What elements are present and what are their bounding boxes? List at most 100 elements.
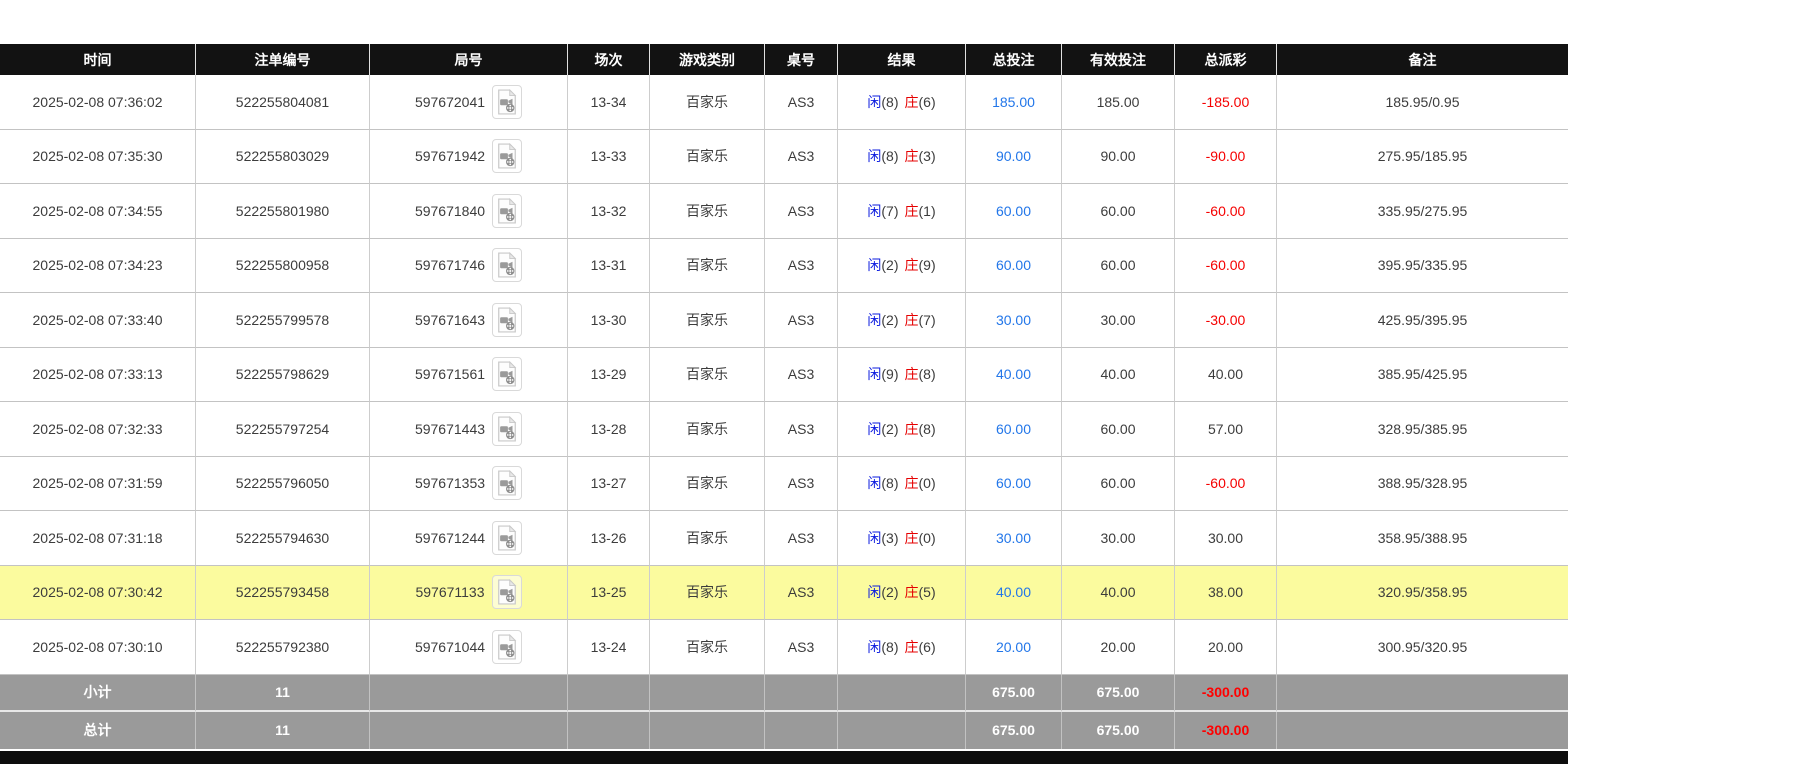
banker-label: 庄 [904, 529, 919, 546]
video-replay-button[interactable] [492, 520, 523, 555]
cell-total-bet[interactable]: 60.00 [966, 184, 1062, 239]
cell-game-type: 百家乐 [650, 293, 765, 348]
cell-valid-bet: 40.00 [1062, 565, 1175, 620]
cell-payout: 40.00 [1175, 347, 1277, 402]
total-row: 总计 11 675.00 675.00 -300.00 [0, 711, 1568, 749]
header-result: 结果 [838, 44, 966, 75]
video-replay-icon [496, 579, 518, 605]
cell-valid-bet: 30.00 [1062, 511, 1175, 566]
banker-score: (5) [918, 584, 936, 601]
cell-time: 2025-02-08 07:30:10 [0, 620, 196, 675]
player-label: 闲 [867, 257, 882, 274]
total-empty-game [650, 711, 765, 749]
cell-total-bet[interactable]: 60.00 [966, 238, 1062, 293]
cell-result: 闲 (2) 庄 (7) [838, 293, 966, 348]
cell-table-no: AS3 [765, 347, 838, 402]
cell-valid-bet: 40.00 [1062, 347, 1175, 402]
total-empty-session [568, 711, 650, 749]
cell-remark: 358.95/388.95 [1277, 511, 1568, 566]
cell-bet-id: 522255798629 [196, 347, 370, 402]
cell-session: 13-30 [568, 293, 650, 348]
banker-label: 庄 [904, 475, 919, 492]
cell-result: 闲 (2) 庄 (8) [838, 402, 966, 457]
cell-total-bet[interactable]: 20.00 [966, 620, 1062, 675]
cell-bet-id: 522255800958 [196, 238, 370, 293]
cell-total-bet[interactable]: 40.00 [966, 565, 1062, 620]
table-row: 2025-02-08 07:33:13 522255798629 5976715… [0, 347, 1568, 402]
cell-round: 597671244 [370, 511, 568, 566]
cell-session: 13-31 [568, 238, 650, 293]
cell-valid-bet: 20.00 [1062, 620, 1175, 675]
round-number: 597671840 [414, 202, 486, 219]
round-number: 597671443 [414, 420, 486, 437]
video-replay-button[interactable] [491, 575, 522, 610]
subtotal-row: 小计 11 675.00 675.00 -300.00 [0, 674, 1568, 712]
player-label: 闲 [867, 148, 882, 165]
player-score: (8) [881, 93, 899, 110]
cell-valid-bet: 60.00 [1062, 238, 1175, 293]
cell-time: 2025-02-08 07:33:13 [0, 347, 196, 402]
cell-result: 闲 (8) 庄 (6) [838, 620, 966, 675]
player-label: 闲 [867, 202, 882, 219]
player-score: (9) [881, 366, 899, 383]
cell-total-bet[interactable]: 90.00 [966, 129, 1062, 184]
cell-bet-id: 522255799578 [196, 293, 370, 348]
total-valid-bet: 675.00 [1062, 711, 1175, 749]
cell-remark: 300.95/320.95 [1277, 620, 1568, 675]
video-replay-icon [496, 415, 518, 442]
cell-bet-id: 522255796050 [196, 456, 370, 511]
table-row: 2025-02-08 07:30:10 522255792380 5976710… [0, 620, 1568, 675]
banker-score: (8) [918, 420, 936, 437]
cell-total-bet[interactable]: 40.00 [966, 347, 1062, 402]
cell-table-no: AS3 [765, 75, 838, 130]
cell-game-type: 百家乐 [650, 511, 765, 566]
cell-bet-id: 522255801980 [196, 184, 370, 239]
subtotal-empty-session [568, 674, 650, 712]
cell-remark: 320.95/358.95 [1277, 565, 1568, 620]
banker-score: (7) [918, 311, 936, 328]
cell-valid-bet: 185.00 [1062, 75, 1175, 130]
table-row: 2025-02-08 07:36:02 522255804081 5976720… [0, 75, 1568, 130]
subtotal-payout: -300.00 [1175, 674, 1277, 712]
cell-total-bet[interactable]: 60.00 [966, 402, 1062, 457]
video-replay-icon [496, 633, 518, 660]
cell-remark: 328.95/385.95 [1277, 402, 1568, 457]
cell-total-bet[interactable]: 185.00 [966, 75, 1062, 130]
cell-round: 597671353 [370, 456, 568, 511]
cell-game-type: 百家乐 [650, 129, 765, 184]
cell-payout: 57.00 [1175, 402, 1277, 457]
video-replay-button[interactable] [492, 466, 523, 501]
banker-label: 庄 [904, 420, 919, 437]
subtotal-empty-remark [1277, 674, 1568, 712]
header-time: 时间 [0, 44, 196, 75]
cell-result: 闲 (8) 庄 (3) [838, 129, 966, 184]
video-replay-button[interactable] [492, 193, 523, 228]
cell-time: 2025-02-08 07:32:33 [0, 402, 196, 457]
cell-result: 闲 (9) 庄 (8) [838, 347, 966, 402]
banker-label: 庄 [904, 311, 919, 328]
cell-valid-bet: 60.00 [1062, 456, 1175, 511]
round-number: 597671942 [414, 148, 486, 165]
cell-remark: 395.95/335.95 [1277, 238, 1568, 293]
cell-game-type: 百家乐 [650, 620, 765, 675]
video-replay-button[interactable] [492, 302, 523, 337]
cell-total-bet[interactable]: 60.00 [966, 456, 1062, 511]
cell-time: 2025-02-08 07:34:23 [0, 238, 196, 293]
cell-round: 597671643 [370, 293, 568, 348]
video-replay-button[interactable] [492, 411, 523, 446]
cell-game-type: 百家乐 [650, 238, 765, 293]
cell-round: 597671561 [370, 347, 568, 402]
cell-round: 597671044 [370, 620, 568, 675]
subtotal-empty-round [370, 674, 568, 712]
table-row: 2025-02-08 07:32:33 522255797254 5976714… [0, 402, 1568, 457]
video-replay-button[interactable] [492, 248, 523, 283]
video-replay-button[interactable] [492, 629, 523, 664]
video-replay-button[interactable] [492, 139, 523, 174]
banker-score: (3) [918, 148, 936, 165]
video-replay-button[interactable] [492, 84, 523, 119]
player-score: (8) [881, 148, 899, 165]
video-replay-button[interactable] [492, 357, 523, 392]
cell-total-bet[interactable]: 30.00 [966, 511, 1062, 566]
cell-total-bet[interactable]: 30.00 [966, 293, 1062, 348]
banker-score: (9) [918, 257, 936, 274]
